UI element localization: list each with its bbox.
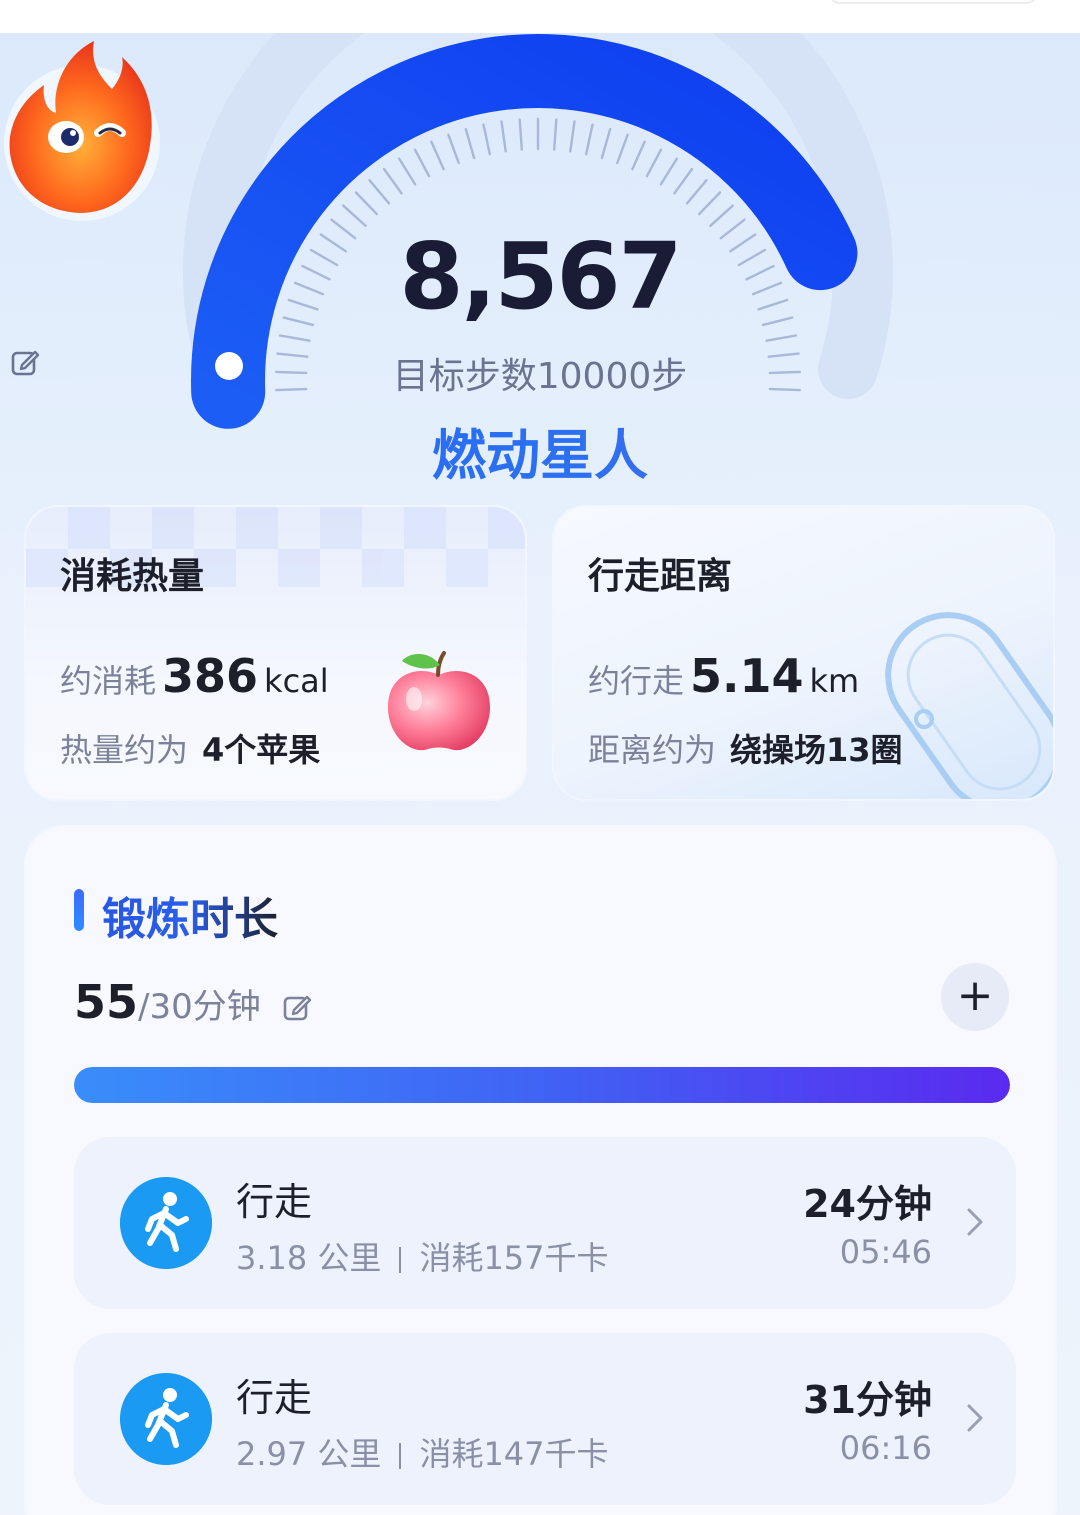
gauge-tick (354, 191, 378, 216)
gauge-tick (659, 157, 678, 186)
step-gauge: 8,567 目标步数10000步 燃动星人 (0, 33, 1080, 487)
distance-value-line: 约行走 5.14 km (588, 649, 859, 703)
calories-equivalent-prefix: 热量约为 (60, 731, 189, 769)
exercise-minutes: 55 (74, 975, 139, 1029)
distance-value: 5.14 (690, 649, 804, 703)
step-goal-label: 目标步数10000步 (392, 356, 688, 397)
distance-card-title: 行走距离 (588, 556, 733, 597)
record-calories: 消耗147千卡 (419, 1435, 609, 1473)
add-exercise-button[interactable]: + (941, 963, 1009, 1031)
calories-unit: kcal (264, 662, 329, 700)
distance-equivalent: 绕操场13圈 (730, 731, 903, 769)
distance-prefix: 约行走 (588, 662, 685, 700)
gauge-tick (673, 167, 694, 195)
gauge-tick (631, 140, 646, 171)
calories-equivalent: 4个苹果 (202, 731, 321, 769)
record-duration: 24分钟 (803, 1182, 932, 1226)
gauge-tick (398, 157, 417, 186)
gauge-tick (685, 179, 708, 205)
exercise-duration[interactable]: 55/30分钟 (74, 975, 312, 1029)
gauge-tick (464, 127, 476, 160)
flame-mascot-icon (4, 41, 160, 221)
gauge-tick (382, 167, 403, 195)
gauge-tick (645, 148, 663, 178)
record-distance: 3.18 公里 (236, 1239, 382, 1277)
record-calories: 消耗157千卡 (419, 1239, 609, 1277)
record-name: 行走 (236, 1180, 313, 1224)
calories-prefix: 约消耗 (60, 662, 157, 700)
gauge-tick (553, 118, 558, 151)
walk-icon (120, 1373, 212, 1465)
apple-icon (388, 651, 490, 751)
step-count: 8,567 (399, 223, 682, 330)
running-track-decoration (885, 612, 1053, 799)
record-distance: 2.97 公里 (236, 1435, 382, 1473)
record-time: 06:16 (839, 1429, 932, 1467)
step-goal[interactable]: 目标步数10000步 (0, 347, 1080, 399)
gauge-tick (447, 133, 460, 165)
gauge-tick (616, 133, 629, 165)
exercise-record[interactable]: 行走 3.18 公里 消耗157千卡 24分钟 05:46 (74, 1137, 1016, 1309)
gauge-tick (518, 118, 523, 151)
gauge-tick (765, 334, 798, 342)
edit-icon[interactable] (10, 347, 40, 377)
distance-equivalent-line: 距离约为 绕操场13圈 (588, 725, 903, 771)
calories-equivalent-line: 热量约为 4个苹果 (60, 725, 320, 771)
gauge-tick (368, 179, 391, 205)
record-detail: 2.97 公里 消耗147千卡 (236, 1429, 609, 1475)
gauge-tick (413, 148, 431, 178)
distance-card[interactable]: 行走距离 约行走 5.14 km 距离约为 绕操场13圈 (552, 505, 1055, 801)
divider (399, 1443, 402, 1469)
gauge-tick (585, 123, 594, 156)
walk-icon (120, 1177, 212, 1269)
calories-card-title: 消耗热量 (60, 556, 205, 597)
gauge-tick (600, 127, 612, 160)
exercise-panel: 锻炼时长 55/30分钟 + 行走 3.18 公里 消耗157千卡 24分钟 05… (24, 825, 1057, 1515)
gauge-tick (569, 120, 576, 153)
gauge-tick (430, 140, 445, 171)
gauge-tick (698, 191, 722, 216)
exercise-title: 锻炼时长 (102, 883, 278, 947)
exercise-progress-bar (74, 1067, 1010, 1103)
distance-equivalent-prefix: 距离约为 (588, 731, 717, 769)
record-detail: 3.18 公里 消耗157千卡 (236, 1233, 609, 1279)
gauge-tick (278, 334, 311, 342)
level-title: 燃动星人 (0, 411, 1080, 490)
top-bar (0, 0, 1080, 33)
calories-value: 386 (162, 649, 259, 703)
calories-value-line: 约消耗 386 kcal (60, 649, 329, 703)
top-pill (828, 0, 1038, 4)
record-name: 行走 (236, 1376, 313, 1420)
exercise-target: /30分钟 (138, 987, 261, 1027)
edit-icon[interactable] (282, 992, 312, 1022)
exercise-progress-fill (74, 1067, 1010, 1103)
gauge-tick (482, 123, 491, 156)
chevron-right-icon (967, 1404, 983, 1432)
gauge-tick (500, 120, 507, 153)
record-time: 05:46 (839, 1233, 932, 1271)
calories-card[interactable]: 消耗热量 约消耗 386 kcal 热量约为 4个苹果 (24, 505, 527, 801)
chevron-right-icon (967, 1208, 983, 1236)
exercise-record[interactable]: 行走 2.97 公里 消耗147千卡 31分钟 06:16 (74, 1333, 1016, 1505)
divider (399, 1247, 402, 1273)
title-accent-bar (74, 889, 84, 931)
record-duration: 31分钟 (803, 1378, 932, 1422)
distance-unit: km (809, 662, 860, 700)
